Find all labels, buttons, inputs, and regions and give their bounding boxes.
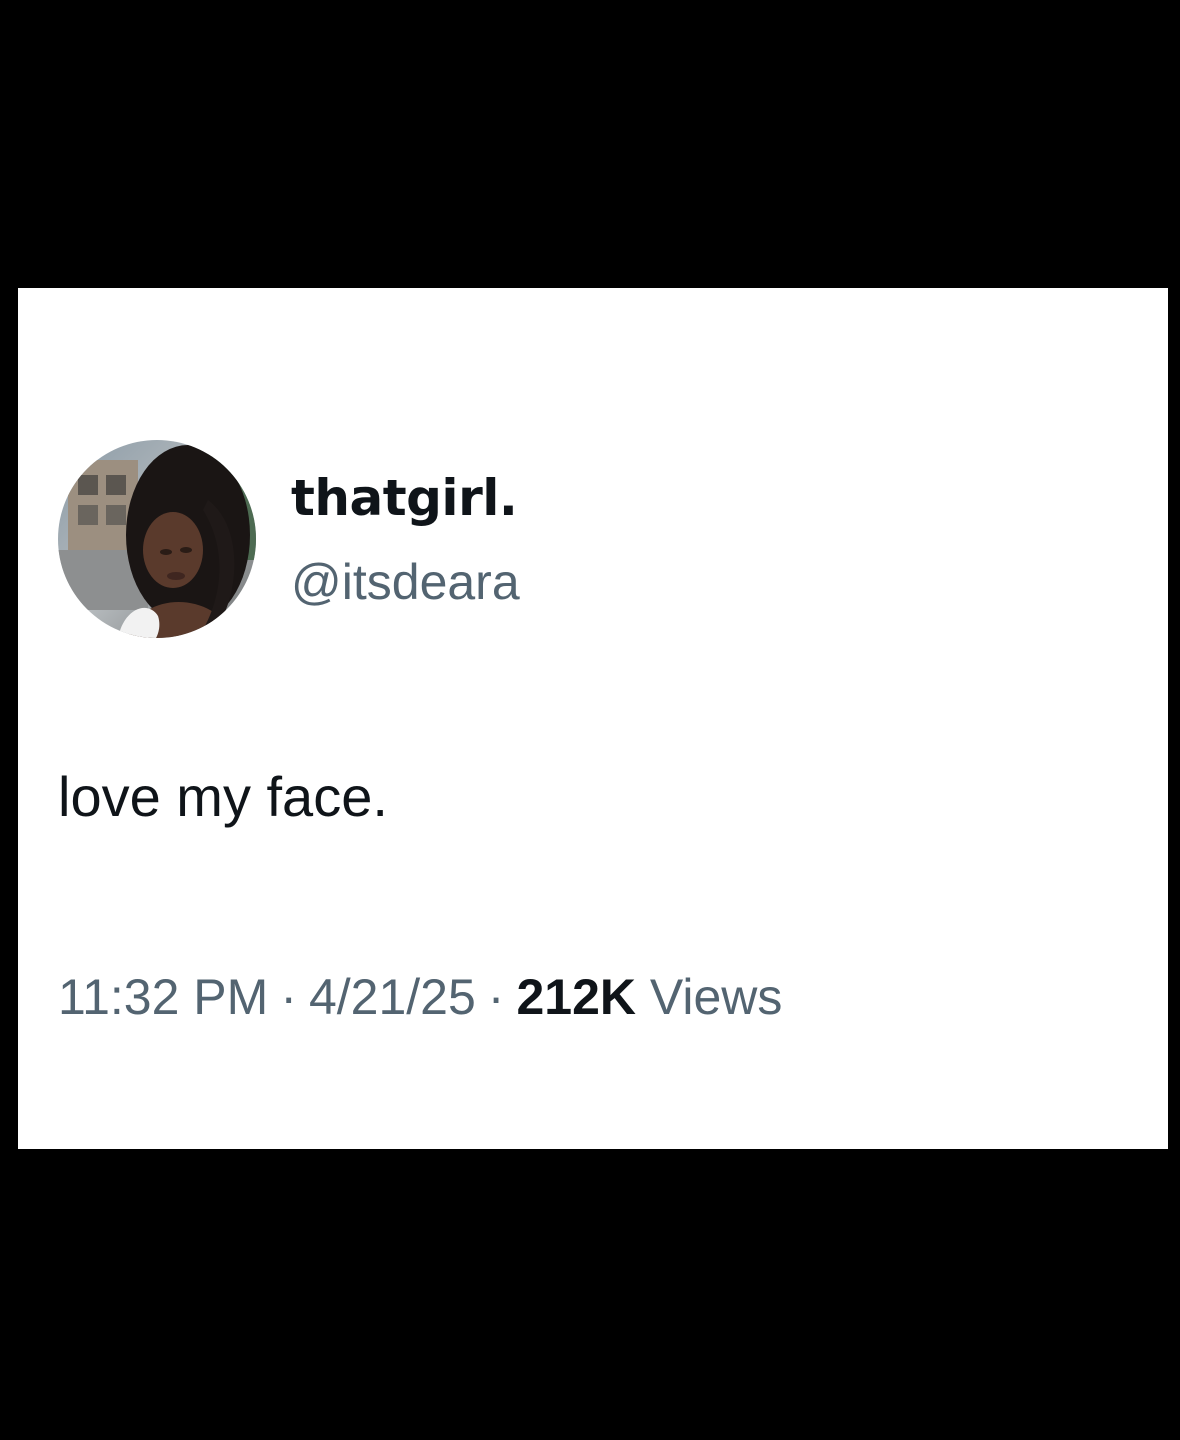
display-name[interactable]: thatgirl. bbox=[291, 468, 518, 528]
meta-separator: · bbox=[487, 969, 505, 1025]
views-label: Views bbox=[649, 969, 783, 1025]
tweet-text: love my face. bbox=[58, 765, 388, 828]
views-count[interactable]: 212K bbox=[516, 969, 636, 1025]
avatar[interactable] bbox=[58, 440, 256, 638]
tweet-meta: 11:32 PM · 4/21/25 · 212K Views bbox=[58, 962, 782, 1032]
tweet-date[interactable]: 4/21/25 bbox=[309, 969, 476, 1025]
tweet-card: thatgirl. @itsdeara love my face. 11:32 … bbox=[18, 288, 1168, 1149]
avatar-photo bbox=[58, 440, 256, 638]
meta-separator: · bbox=[280, 969, 297, 1025]
tweet-time[interactable]: 11:32 PM bbox=[58, 969, 268, 1025]
user-handle[interactable]: @itsdeara bbox=[291, 552, 520, 612]
